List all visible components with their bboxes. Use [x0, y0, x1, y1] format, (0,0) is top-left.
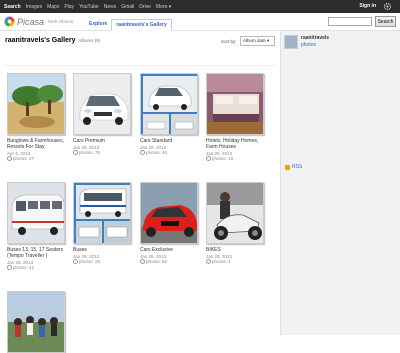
logo-word: Picasa	[17, 16, 45, 27]
album-card[interactable]: BIKES Jan 29, 2013 photos: 4	[206, 182, 266, 264]
album-photo-count: photos: 50	[140, 259, 200, 264]
gallery-main: raanitravels's Gallery Albums (9) Sort by…	[0, 31, 280, 353]
photo-count-icon	[206, 156, 211, 161]
sort-label: Sort by:	[221, 39, 237, 44]
album-cover-image	[8, 292, 64, 352]
album-thumbnail[interactable]	[7, 182, 65, 244]
album-title[interactable]: Cars Premium	[73, 138, 133, 144]
photo-count-icon	[140, 150, 145, 155]
album-title[interactable]: Buses 13, 15, 17 Seaters (Tempo Travelle…	[7, 247, 67, 259]
photo-count-text: photos: 50	[146, 259, 168, 264]
page-title: raanitravels's Gallery Albums (9)	[5, 37, 100, 44]
album-photo-count: photos: 40	[140, 150, 200, 155]
album-cover-image	[141, 74, 197, 134]
topnav-more[interactable]: More ▾	[156, 4, 171, 10]
header-tabs: Explore raanitravels's Gallery	[85, 19, 172, 31]
album-card[interactable]: Buses Jan 29, 2013 photos: 25	[73, 182, 133, 264]
topnav-gmail[interactable]: Gmail	[121, 4, 134, 10]
photo-count-icon	[73, 259, 78, 264]
gear-icon[interactable]	[383, 2, 392, 11]
album-thumbnail[interactable]	[140, 182, 198, 244]
photo-count-icon	[7, 265, 12, 270]
topnav-news[interactable]: News	[104, 4, 117, 10]
tab-gallery[interactable]: raanitravels's Gallery	[111, 19, 172, 31]
album-cover-image	[207, 74, 263, 134]
album-title[interactable]: Bunglows & Farmhouses, Resorts For Stay	[7, 138, 67, 150]
album-photo-count: photos: 47	[7, 156, 67, 161]
album-cover-image	[141, 183, 197, 243]
album-card[interactable]: Buses 13, 15, 17 Seaters (Tempo Travelle…	[7, 182, 67, 270]
album-cover-image	[74, 74, 130, 134]
album-card[interactable]: Hotels, Holiday Homes, Farm Houses Jan 2…	[206, 73, 266, 161]
photo-count-text: photos: 40	[146, 150, 168, 155]
rss-icon	[285, 164, 290, 170]
search-button[interactable]: Search	[375, 16, 396, 27]
album-thumbnail[interactable]	[73, 182, 131, 244]
album-card[interactable]: Bunglows & Farmhouses, Resorts For Stay …	[7, 73, 67, 161]
album-card[interactable]: Cars Exclusive Jan 29, 2013 photos: 50	[140, 182, 200, 264]
album-thumbnail[interactable]	[140, 73, 198, 135]
topnav-drive[interactable]: Drive	[139, 4, 151, 10]
album-card[interactable]	[7, 291, 67, 353]
divider	[4, 65, 276, 66]
google-top-bar: Search Images Maps Play YouTube News Gma…	[0, 0, 400, 13]
album-photo-count: photos: 25	[73, 259, 133, 264]
topnav-play[interactable]: Play	[64, 4, 74, 10]
logo-sub: Web Albums	[48, 19, 74, 24]
album-cover-image	[74, 183, 130, 243]
album-thumbnail[interactable]	[206, 182, 264, 244]
photo-count-text: photos: 41	[13, 265, 35, 270]
topnav-search[interactable]: Search	[4, 4, 21, 10]
photo-count-icon	[206, 259, 211, 264]
album-photo-count: photos: 41	[7, 265, 67, 270]
rss-link[interactable]: RSS	[285, 164, 302, 170]
topnav-youtube[interactable]: YouTube	[79, 4, 99, 10]
album-card[interactable]: Cars Standard Jan 29, 2013 photos: 40	[140, 73, 200, 155]
photo-count-text: photos: 4	[212, 259, 231, 264]
album-thumbnail[interactable]	[206, 73, 264, 135]
photo-count-icon	[140, 259, 145, 264]
photo-count-text: photos: 18	[212, 156, 234, 161]
photo-count-text: photos: 47	[13, 156, 35, 161]
album-thumbnail[interactable]	[7, 73, 65, 135]
rss-label: RSS	[292, 164, 303, 170]
album-thumbnail[interactable]	[7, 291, 65, 353]
topnav-images[interactable]: Images	[26, 4, 42, 10]
album-title[interactable]: Buses	[73, 247, 133, 253]
album-photo-count: photos: 18	[206, 156, 266, 161]
photo-count-text: photos: 25	[79, 259, 101, 264]
album-title[interactable]: Cars Exclusive	[140, 247, 200, 253]
photo-count-text: photos: 75	[79, 150, 101, 155]
album-photo-count: photos: 75	[73, 150, 133, 155]
search-input[interactable]	[328, 17, 372, 26]
sign-in-link[interactable]: Sign in	[359, 3, 376, 9]
top-nav: Search Images Maps Play YouTube News Gma…	[0, 4, 171, 10]
tab-explore[interactable]: Explore	[85, 19, 111, 31]
album-card[interactable]: Cars Premium Jan 29, 2013 photos: 75	[73, 73, 133, 155]
album-title[interactable]: Hotels, Holiday Homes, Farm Houses	[206, 138, 266, 150]
album-title[interactable]: Cars Standard	[140, 138, 200, 144]
sidebar-photos-link[interactable]: photos	[301, 42, 316, 48]
album-photo-count: photos: 4	[206, 259, 266, 264]
gallery-title-text: raanitravels's Gallery	[5, 37, 76, 44]
album-title[interactable]: BIKES	[206, 247, 266, 253]
album-cover-image	[207, 183, 263, 243]
avatar[interactable]	[284, 35, 298, 49]
album-cover-image	[8, 183, 64, 243]
sidebar: raanitravels photos RSS	[280, 31, 400, 335]
album-thumbnail[interactable]	[73, 73, 131, 135]
sort-select[interactable]: Album date ▾	[240, 36, 275, 46]
picasa-logo-icon	[4, 16, 15, 27]
photo-count-icon	[7, 156, 12, 161]
album-cover-image	[8, 74, 64, 134]
topnav-maps[interactable]: Maps	[47, 4, 59, 10]
photo-count-icon	[73, 150, 78, 155]
albums-count: Albums (9)	[78, 38, 101, 43]
picasa-logo[interactable]: Picasa Web Albums	[4, 16, 73, 27]
sidebar-username: raanitravels	[301, 35, 330, 41]
picasa-header: Picasa Web Albums Explore raanitravels's…	[0, 13, 400, 31]
